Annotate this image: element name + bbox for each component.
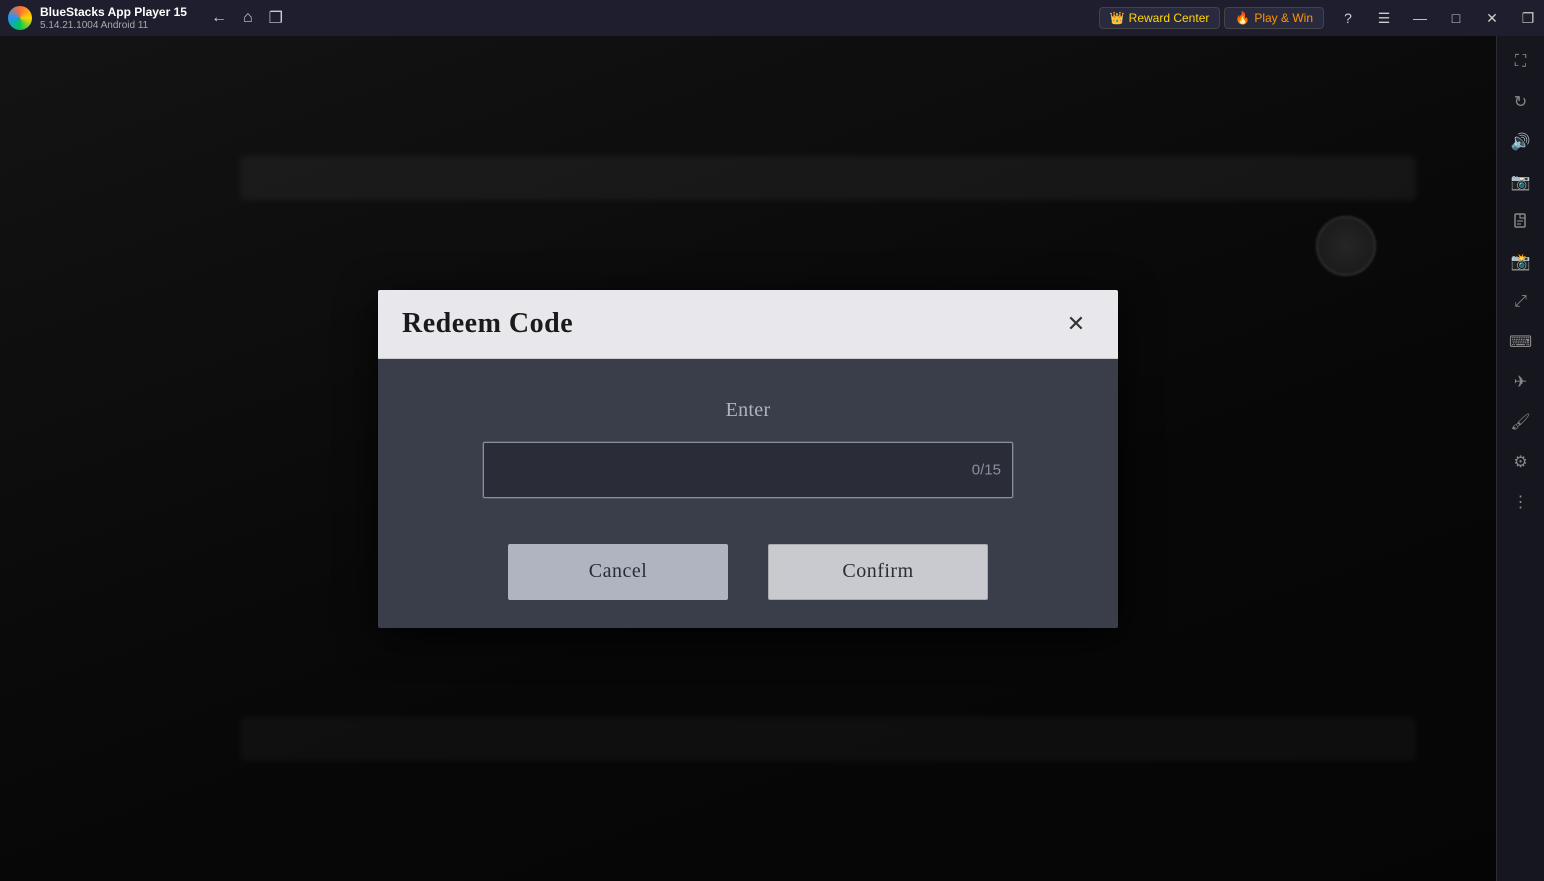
help-button[interactable]: ? — [1332, 2, 1364, 34]
sidebar-rotate-icon[interactable]: ↻ — [1503, 84, 1539, 120]
close-button[interactable]: ✕ — [1476, 2, 1508, 34]
maximize-button[interactable]: □ — [1440, 2, 1472, 34]
app-name: BlueStacks App Player 15 — [40, 5, 187, 19]
restore-button[interactable]: ❐ — [1512, 2, 1544, 34]
sidebar-more-icon[interactable]: ⋮ — [1503, 484, 1539, 520]
sidebar-resize-icon[interactable]: ⤢ — [1503, 284, 1539, 320]
titlebar-left: BlueStacks App Player 15 5.14.21.1004 An… — [8, 5, 283, 30]
confirm-button[interactable]: Confirm — [768, 544, 988, 600]
modal-overlay: Redeem Code ✕ Enter 0/15 Cancel Confirm — [0, 36, 1496, 881]
titlebar-right: 👑 Reward Center 🔥 Play & Win ? ☰ — □ ✕ ❐ — [1099, 2, 1544, 34]
back-button[interactable]: ← — [211, 9, 227, 27]
copy-button[interactable]: ❐ — [269, 8, 283, 28]
titlebar: BlueStacks App Player 15 5.14.21.1004 An… — [0, 0, 1544, 36]
enter-label: Enter — [402, 399, 1094, 422]
code-input[interactable] — [483, 442, 1013, 498]
crown-icon: 👑 — [1110, 11, 1125, 25]
modal-footer: Cancel Confirm — [378, 528, 1118, 628]
main-content: Redeem Code ✕ Enter 0/15 Cancel Confirm — [0, 36, 1496, 881]
sidebar-volume-icon[interactable]: 🔊 — [1503, 124, 1539, 160]
app-info: BlueStacks App Player 15 5.14.21.1004 An… — [40, 5, 187, 30]
reward-center-button[interactable]: 👑 Reward Center — [1099, 7, 1221, 29]
sidebar-expand-icon[interactable]: ⛶ — [1503, 44, 1539, 80]
app-version: 5.14.21.1004 Android 11 — [40, 20, 187, 31]
home-button[interactable]: ⌂ — [243, 9, 253, 27]
minimize-button[interactable]: — — [1404, 2, 1436, 34]
right-sidebar: ⛶ ↻ 🔊 📷 📸 ⤢ ⌨ ✈ 🖌 ⚙ ⋮ — [1496, 36, 1544, 881]
sidebar-keyboard-icon[interactable]: ⌨ — [1503, 324, 1539, 360]
bluestacks-logo — [8, 6, 32, 30]
sidebar-screenshot-icon[interactable]: 📷 — [1503, 164, 1539, 200]
redeem-code-modal: Redeem Code ✕ Enter 0/15 Cancel Confirm — [378, 290, 1118, 628]
menu-button[interactable]: ☰ — [1368, 2, 1400, 34]
cancel-button[interactable]: Cancel — [508, 544, 728, 600]
reward-center-label: Reward Center — [1129, 11, 1210, 25]
play-win-label: Play & Win — [1254, 11, 1313, 25]
fire-icon: 🔥 — [1235, 11, 1250, 25]
code-input-wrap: 0/15 — [483, 442, 1013, 498]
sidebar-apk-icon[interactable] — [1503, 204, 1539, 240]
modal-close-button[interactable]: ✕ — [1058, 306, 1094, 342]
modal-body: Enter 0/15 — [378, 359, 1118, 528]
play-win-button[interactable]: 🔥 Play & Win — [1224, 7, 1324, 29]
modal-header: Redeem Code ✕ — [378, 290, 1118, 359]
sidebar-airplane-icon[interactable]: ✈ — [1503, 364, 1539, 400]
sidebar-settings-icon[interactable]: ⚙ — [1503, 444, 1539, 480]
modal-title: Redeem Code — [402, 308, 573, 340]
sidebar-brush-icon[interactable]: 🖌 — [1503, 404, 1539, 440]
titlebar-nav: ← ⌂ ❐ — [211, 8, 283, 28]
sidebar-camera-icon[interactable]: 📸 — [1503, 244, 1539, 280]
